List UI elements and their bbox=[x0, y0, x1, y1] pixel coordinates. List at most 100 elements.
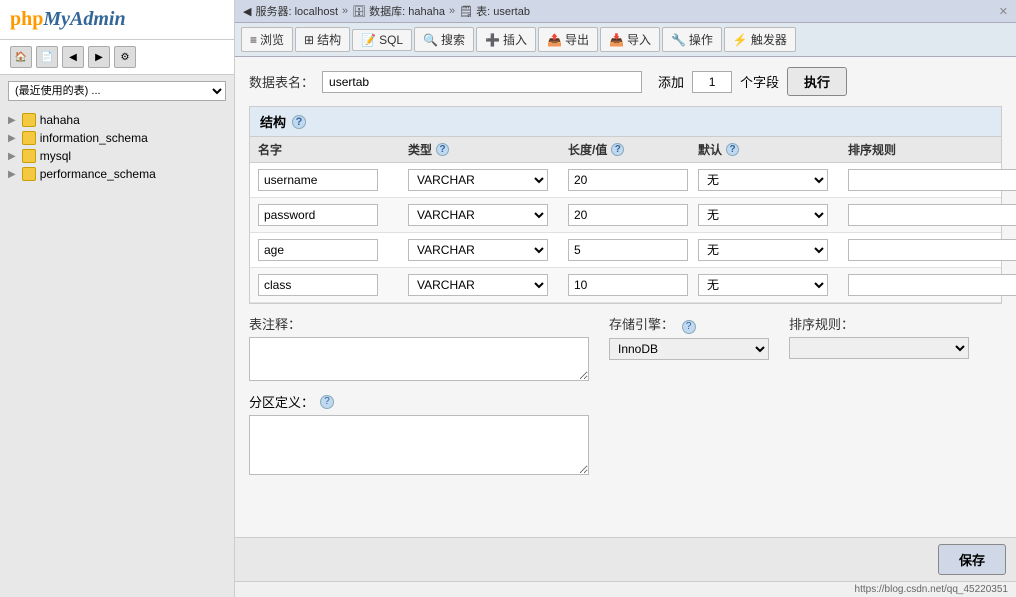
col-h-collation: 排序规则 bbox=[848, 141, 1016, 158]
table-name-input[interactable] bbox=[322, 71, 642, 93]
toolbar-search[interactable]: 🔍 搜索 bbox=[414, 27, 474, 52]
phpmyadmin-logo: phpMyAdmin bbox=[10, 8, 224, 31]
breadcrumb-arrow: ◀ bbox=[243, 5, 251, 18]
logo-myadmin: MyAdmin bbox=[43, 8, 125, 30]
storage-help-icon[interactable]: ? bbox=[682, 320, 696, 334]
expand-icon: ▶ bbox=[8, 115, 16, 126]
db-item-mysql[interactable]: ▶ mysql bbox=[8, 147, 226, 165]
col-default-label: 默认 bbox=[698, 141, 722, 158]
field-collation-select-2[interactable] bbox=[848, 204, 1016, 226]
field-default-select-4[interactable]: 无NULL bbox=[698, 274, 828, 296]
toolbar-import[interactable]: 📥 导入 bbox=[600, 27, 660, 52]
expand-icon: ▶ bbox=[8, 133, 16, 144]
toolbar-browse[interactable]: ≡ 浏览 bbox=[241, 27, 293, 52]
field-type-cell-2: VARCHAR INTTEXTDATE bbox=[408, 204, 568, 226]
toolbar-insert[interactable]: ➕ 插入 bbox=[476, 27, 536, 52]
bottom-area: 表注释： 分区定义： ? 存储引擎： ? InnoDB MyISAM MEMOR… bbox=[249, 314, 1002, 478]
db-name: information_schema bbox=[40, 131, 148, 145]
comment-textarea[interactable] bbox=[249, 337, 589, 381]
settings-icon[interactable]: ⚙ bbox=[114, 46, 136, 68]
execute-button[interactable]: 执行 bbox=[787, 67, 847, 96]
field-row-age: VARCHAR INTTEXT 无NULL bbox=[250, 233, 1001, 268]
add-label: 添加 bbox=[658, 72, 684, 91]
field-type-select-3[interactable]: VARCHAR INTTEXT bbox=[408, 239, 548, 261]
partition-textarea[interactable] bbox=[249, 415, 589, 475]
toolbar-export[interactable]: 📤 导出 bbox=[538, 27, 598, 52]
forward-icon[interactable]: ▶ bbox=[88, 46, 110, 68]
col-name-label: 名字 bbox=[258, 141, 282, 158]
col-length-label: 长度/值 bbox=[568, 141, 607, 158]
field-name-input-4[interactable] bbox=[258, 274, 378, 296]
field-name-input-2[interactable] bbox=[258, 204, 378, 226]
structure-section: 结构 ? 名字 类型 ? 长度/值 ? 默认 ? bbox=[249, 106, 1002, 304]
field-type-select-1[interactable]: VARCHAR INTTEXTDATEDATETIME bbox=[408, 169, 548, 191]
sort-label: 排序规则： bbox=[789, 314, 969, 333]
recent-tables-select[interactable]: (最近使用的表) ... bbox=[8, 81, 226, 101]
field-length-input-1[interactable] bbox=[568, 169, 688, 191]
field-type-select-4[interactable]: VARCHAR INTTEXT bbox=[408, 274, 548, 296]
export-label: 导出 bbox=[565, 31, 589, 48]
db-item-hahaha[interactable]: ▶ hahaha bbox=[8, 111, 226, 129]
field-length-cell-3 bbox=[568, 239, 698, 261]
toolbar-structure[interactable]: ⊞ 结构 bbox=[295, 27, 350, 52]
partition-help-icon[interactable]: ? bbox=[320, 395, 334, 409]
db-icon bbox=[22, 131, 36, 145]
col-h-length: 长度/值 ? bbox=[568, 141, 698, 158]
logo-php: php bbox=[10, 8, 43, 30]
sort-select[interactable] bbox=[789, 337, 969, 359]
field-length-cell-1 bbox=[568, 169, 698, 191]
toolbar-triggers[interactable]: ⚡ 触发器 bbox=[724, 27, 796, 52]
field-row-class: VARCHAR INTTEXT 无NULL bbox=[250, 268, 1001, 303]
search-label: 搜索 bbox=[441, 31, 465, 48]
doc-icon[interactable]: 📄 bbox=[36, 46, 58, 68]
field-name-input-3[interactable] bbox=[258, 239, 378, 261]
db-item-performance-schema[interactable]: ▶ performance_schema bbox=[8, 165, 226, 183]
field-collation-cell-1 bbox=[848, 169, 1016, 191]
field-row-password: VARCHAR INTTEXTDATE 无NULL bbox=[250, 198, 1001, 233]
partition-label-text: 分区定义： bbox=[249, 392, 314, 411]
field-name-input-1[interactable] bbox=[258, 169, 378, 191]
toolbar-sql[interactable]: 📝 SQL bbox=[352, 29, 412, 51]
search-icon: 🔍 bbox=[423, 33, 438, 47]
field-default-cell-3: 无NULL bbox=[698, 239, 848, 261]
storage-select[interactable]: InnoDB MyISAM MEMORY CSV bbox=[609, 338, 769, 360]
col-type-label: 类型 bbox=[408, 141, 432, 158]
import-icon: 📥 bbox=[609, 33, 624, 47]
type-help-icon[interactable]: ? bbox=[436, 143, 449, 156]
field-collation-select-1[interactable] bbox=[848, 169, 1016, 191]
table-name-row: 数据表名： 添加 个字段 执行 bbox=[249, 67, 1002, 96]
sql-icon: 📝 bbox=[361, 33, 376, 47]
field-length-input-2[interactable] bbox=[568, 204, 688, 226]
field-default-select-2[interactable]: 无NULL bbox=[698, 204, 828, 226]
num-fields-input[interactable] bbox=[692, 71, 732, 93]
field-collation-cell-3 bbox=[848, 239, 1016, 261]
structure-help-icon[interactable]: ? bbox=[292, 115, 306, 129]
field-collation-select-4[interactable] bbox=[848, 274, 1016, 296]
field-length-input-4[interactable] bbox=[568, 274, 688, 296]
comment-label: 表注释： bbox=[249, 314, 589, 333]
logo-area: phpMyAdmin bbox=[0, 0, 234, 40]
field-length-input-3[interactable] bbox=[568, 239, 688, 261]
close-icon[interactable]: ✕ bbox=[999, 5, 1008, 18]
table-name-label: 数据表名： bbox=[249, 72, 314, 91]
storage-section: 存储引擎： ? InnoDB MyISAM MEMORY CSV bbox=[609, 314, 769, 478]
structure-title: 结构 bbox=[260, 112, 286, 131]
length-help-icon[interactable]: ? bbox=[611, 143, 624, 156]
db-item-information-schema[interactable]: ▶ information_schema bbox=[8, 129, 226, 147]
field-collation-select-3[interactable] bbox=[848, 239, 1016, 261]
save-button[interactable]: 保存 bbox=[938, 544, 1006, 575]
field-name-cell-2 bbox=[258, 204, 408, 226]
field-default-select-3[interactable]: 无NULL bbox=[698, 239, 828, 261]
export-icon: 📤 bbox=[547, 33, 562, 47]
field-type-select-2[interactable]: VARCHAR INTTEXTDATE bbox=[408, 204, 548, 226]
field-row-username: VARCHAR INTTEXTDATEDATETIME 无NULL bbox=[250, 163, 1001, 198]
default-help-icon[interactable]: ? bbox=[726, 143, 739, 156]
field-collation-cell-2 bbox=[848, 204, 1016, 226]
home-icon[interactable]: 🏠 bbox=[10, 46, 32, 68]
browse-icon: ≡ bbox=[250, 33, 257, 47]
triggers-icon: ⚡ bbox=[733, 33, 748, 47]
field-default-select-1[interactable]: 无NULL bbox=[698, 169, 828, 191]
back-icon[interactable]: ◀ bbox=[62, 46, 84, 68]
toolbar-operations[interactable]: 🔧 操作 bbox=[662, 27, 722, 52]
recent-tables-dropdown[interactable]: (最近使用的表) ... bbox=[8, 81, 226, 101]
